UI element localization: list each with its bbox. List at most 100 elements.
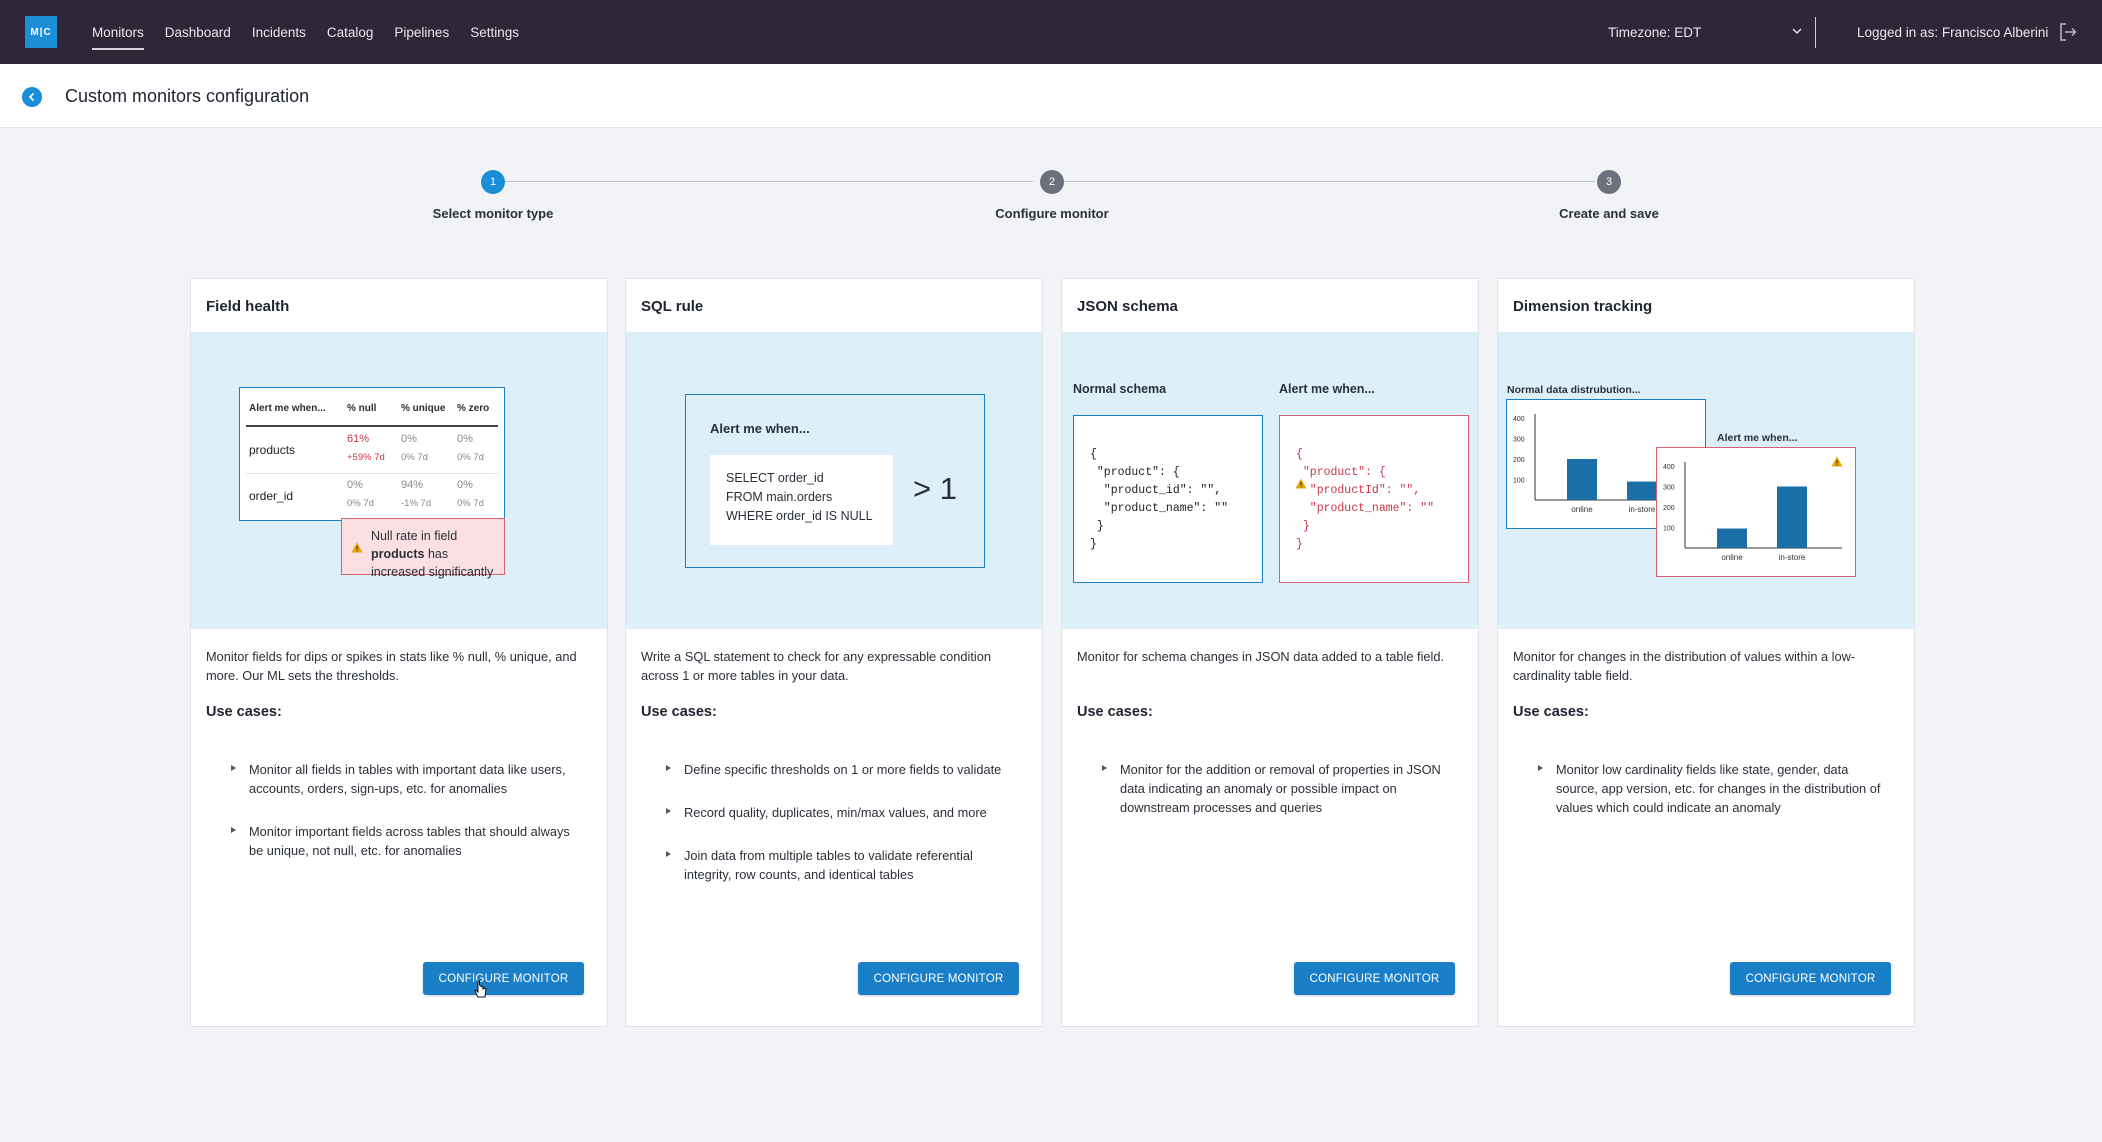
logged-in-user: Logged in as: Francisco Alberini (1857, 24, 2049, 40)
warning-icon (351, 542, 363, 553)
table-cell: 0% (401, 433, 417, 445)
configure-monitor-button[interactable]: CONFIGURE MONITOR (423, 962, 584, 995)
bar (1567, 459, 1597, 500)
page-title: Custom monitors configuration (65, 86, 310, 106)
nav-divider (1815, 17, 1816, 48)
json-schema-illustration: Normal schema Alert me when... { "produc… (1062, 332, 1478, 629)
alert-distribution-label: Alert me when... (1717, 432, 1798, 444)
back-button[interactable] (22, 87, 42, 107)
step-1-indicator[interactable]: 1 (481, 170, 505, 194)
card-title: Field health (206, 298, 290, 315)
nav-item-incidents[interactable]: Incidents (252, 0, 306, 64)
use-cases-list: Monitor low cardinality fields like stat… (1538, 760, 1888, 841)
table-cell: 61% (347, 433, 370, 445)
app-logo[interactable]: M|C (25, 16, 57, 48)
field-health-illustration: Alert me when... % null % unique product… (191, 332, 607, 629)
card-dimension-tracking: Dimension tracking Normal data distrubut… (1497, 278, 1915, 1027)
step-2-indicator[interactable]: 2 (1040, 170, 1064, 194)
normal-schema-code: { "product": { "product_id": "", "produc… (1073, 415, 1263, 583)
card-title: JSON schema (1077, 298, 1178, 315)
sql-rule-illustration: Alert me when... SELECT order_id FROM ma… (626, 332, 1042, 629)
table-cell: 94% (401, 479, 424, 491)
x-tick-label: in-store (1779, 553, 1806, 562)
sql-code-block: SELECT order_id FROM main.orders WHERE o… (710, 455, 893, 545)
step-1-label: Select monitor type (432, 206, 554, 221)
y-tick-label: 200 (1663, 505, 1675, 512)
card-json-schema: JSON schema Normal schema Alert me when.… (1061, 278, 1479, 1027)
table-cell: 0% 7d (457, 452, 484, 463)
y-tick-label: 200 (1513, 457, 1525, 464)
y-tick-label: 300 (1663, 485, 1675, 492)
warning-icon (1295, 478, 1307, 489)
card-description: Write a SQL statement to check for any e… (641, 649, 991, 683)
table-cell: 0% (457, 479, 473, 491)
configure-monitor-button[interactable]: CONFIGURE MONITOR (1730, 962, 1891, 995)
use-case-item: Monitor all fields in tables with import… (231, 760, 581, 798)
y-tick-label: 100 (1513, 478, 1525, 485)
normal-schema-label: Normal schema (1073, 382, 1167, 396)
timezone-select[interactable]: Timezone: EDT (1608, 0, 1802, 64)
table-header: % zero (457, 403, 490, 414)
alert-schema-label: Alert me when... (1279, 382, 1375, 396)
nav-item-pipelines[interactable]: Pipelines (394, 0, 449, 64)
chevron-left-icon (28, 92, 35, 102)
step-connector (1064, 181, 1595, 182)
use-cases-title: Use cases: (1513, 704, 1589, 720)
y-tick-label: 400 (1513, 416, 1525, 423)
card-field-health: Field health Alert me when... % null % u… (190, 278, 608, 1027)
table-cell: +59% 7d (347, 452, 385, 463)
table-cell: 0% (457, 433, 473, 445)
mouse-cursor-icon (474, 980, 487, 998)
nav-item-monitors[interactable]: Monitors (92, 0, 144, 64)
table-frame (239, 387, 505, 521)
step-3-label: Create and save (1559, 206, 1659, 221)
table-divider (246, 425, 498, 427)
alert-distribution-chart: 400 300 200 100 online in-store (1656, 447, 1856, 577)
table-divider (246, 473, 498, 474)
main-nav: Monitors Dashboard Incidents Catalog Pip… (92, 0, 540, 64)
table-row-field: order_id (249, 489, 294, 503)
card-title: Dimension tracking (1513, 298, 1653, 315)
dimension-tracking-illustration: Normal data distrubution... 400 300 200 100… (1498, 332, 1914, 629)
table-header: Alert me when... (249, 403, 326, 414)
table-header: % unique (401, 403, 446, 414)
configure-monitor-button[interactable]: CONFIGURE MONITOR (858, 962, 1019, 995)
nav-item-catalog[interactable]: Catalog (327, 0, 374, 64)
x-tick-label: online (1571, 505, 1593, 514)
sql-code-line: SELECT order_id (726, 471, 824, 485)
bar (1777, 486, 1807, 548)
bar (1627, 481, 1657, 500)
nav-item-settings[interactable]: Settings (470, 0, 519, 64)
page-header: Custom monitors configuration (0, 64, 2102, 128)
table-cell: 0% 7d (457, 498, 484, 509)
use-case-item: Monitor for the addition or removal of p… (1102, 760, 1452, 817)
card-title: SQL rule (641, 298, 704, 315)
card-sql-rule: SQL rule Alert me when... SELECT order_i… (625, 278, 1043, 1027)
field-stats-table-extension: Alert me when... % null % unique % zero … (239, 387, 505, 522)
nav-item-dashboard[interactable]: Dashboard (165, 0, 231, 64)
card-description: Monitor for changes in the distribution … (1513, 649, 1856, 683)
use-case-item: Monitor important fields across tables t… (231, 822, 581, 860)
table-cell: 0% 7d (347, 498, 374, 509)
card-description: Monitor for schema changes in JSON data … (1077, 649, 1445, 664)
step-3-indicator[interactable]: 3 (1597, 170, 1621, 194)
y-tick-label: 300 (1513, 437, 1525, 444)
configure-monitor-button[interactable]: CONFIGURE MONITOR (1294, 962, 1455, 995)
use-cases-list: Monitor all fields in tables with import… (231, 760, 581, 884)
sql-rule-box: Alert me when... SELECT order_id FROM ma… (685, 394, 985, 568)
table-cell: -1% 7d (401, 498, 432, 509)
warning-icon (1831, 456, 1843, 467)
alert-distribution-svg: 400 300 200 100 online in-store (1663, 462, 1842, 562)
logout-icon[interactable] (2058, 22, 2078, 42)
y-tick-label: 100 (1663, 526, 1675, 533)
alert-field: products (371, 547, 425, 561)
use-cases-title: Use cases: (1077, 704, 1153, 720)
sql-code-line: WHERE order_id IS NULL (726, 509, 873, 523)
use-case-item: Define specific thresholds on 1 or more … (666, 760, 1016, 779)
x-tick-label: in-store (1629, 505, 1656, 514)
card-description: Monitor fields for dips or spikes in sta… (206, 649, 577, 683)
sql-threshold: > 1 (913, 471, 957, 506)
bar (1717, 528, 1747, 548)
stepper: 1 2 3 Select monitor type Configure moni… (0, 165, 2102, 225)
alert-schema-code: { "product": { "productId": "", "product… (1279, 415, 1469, 583)
